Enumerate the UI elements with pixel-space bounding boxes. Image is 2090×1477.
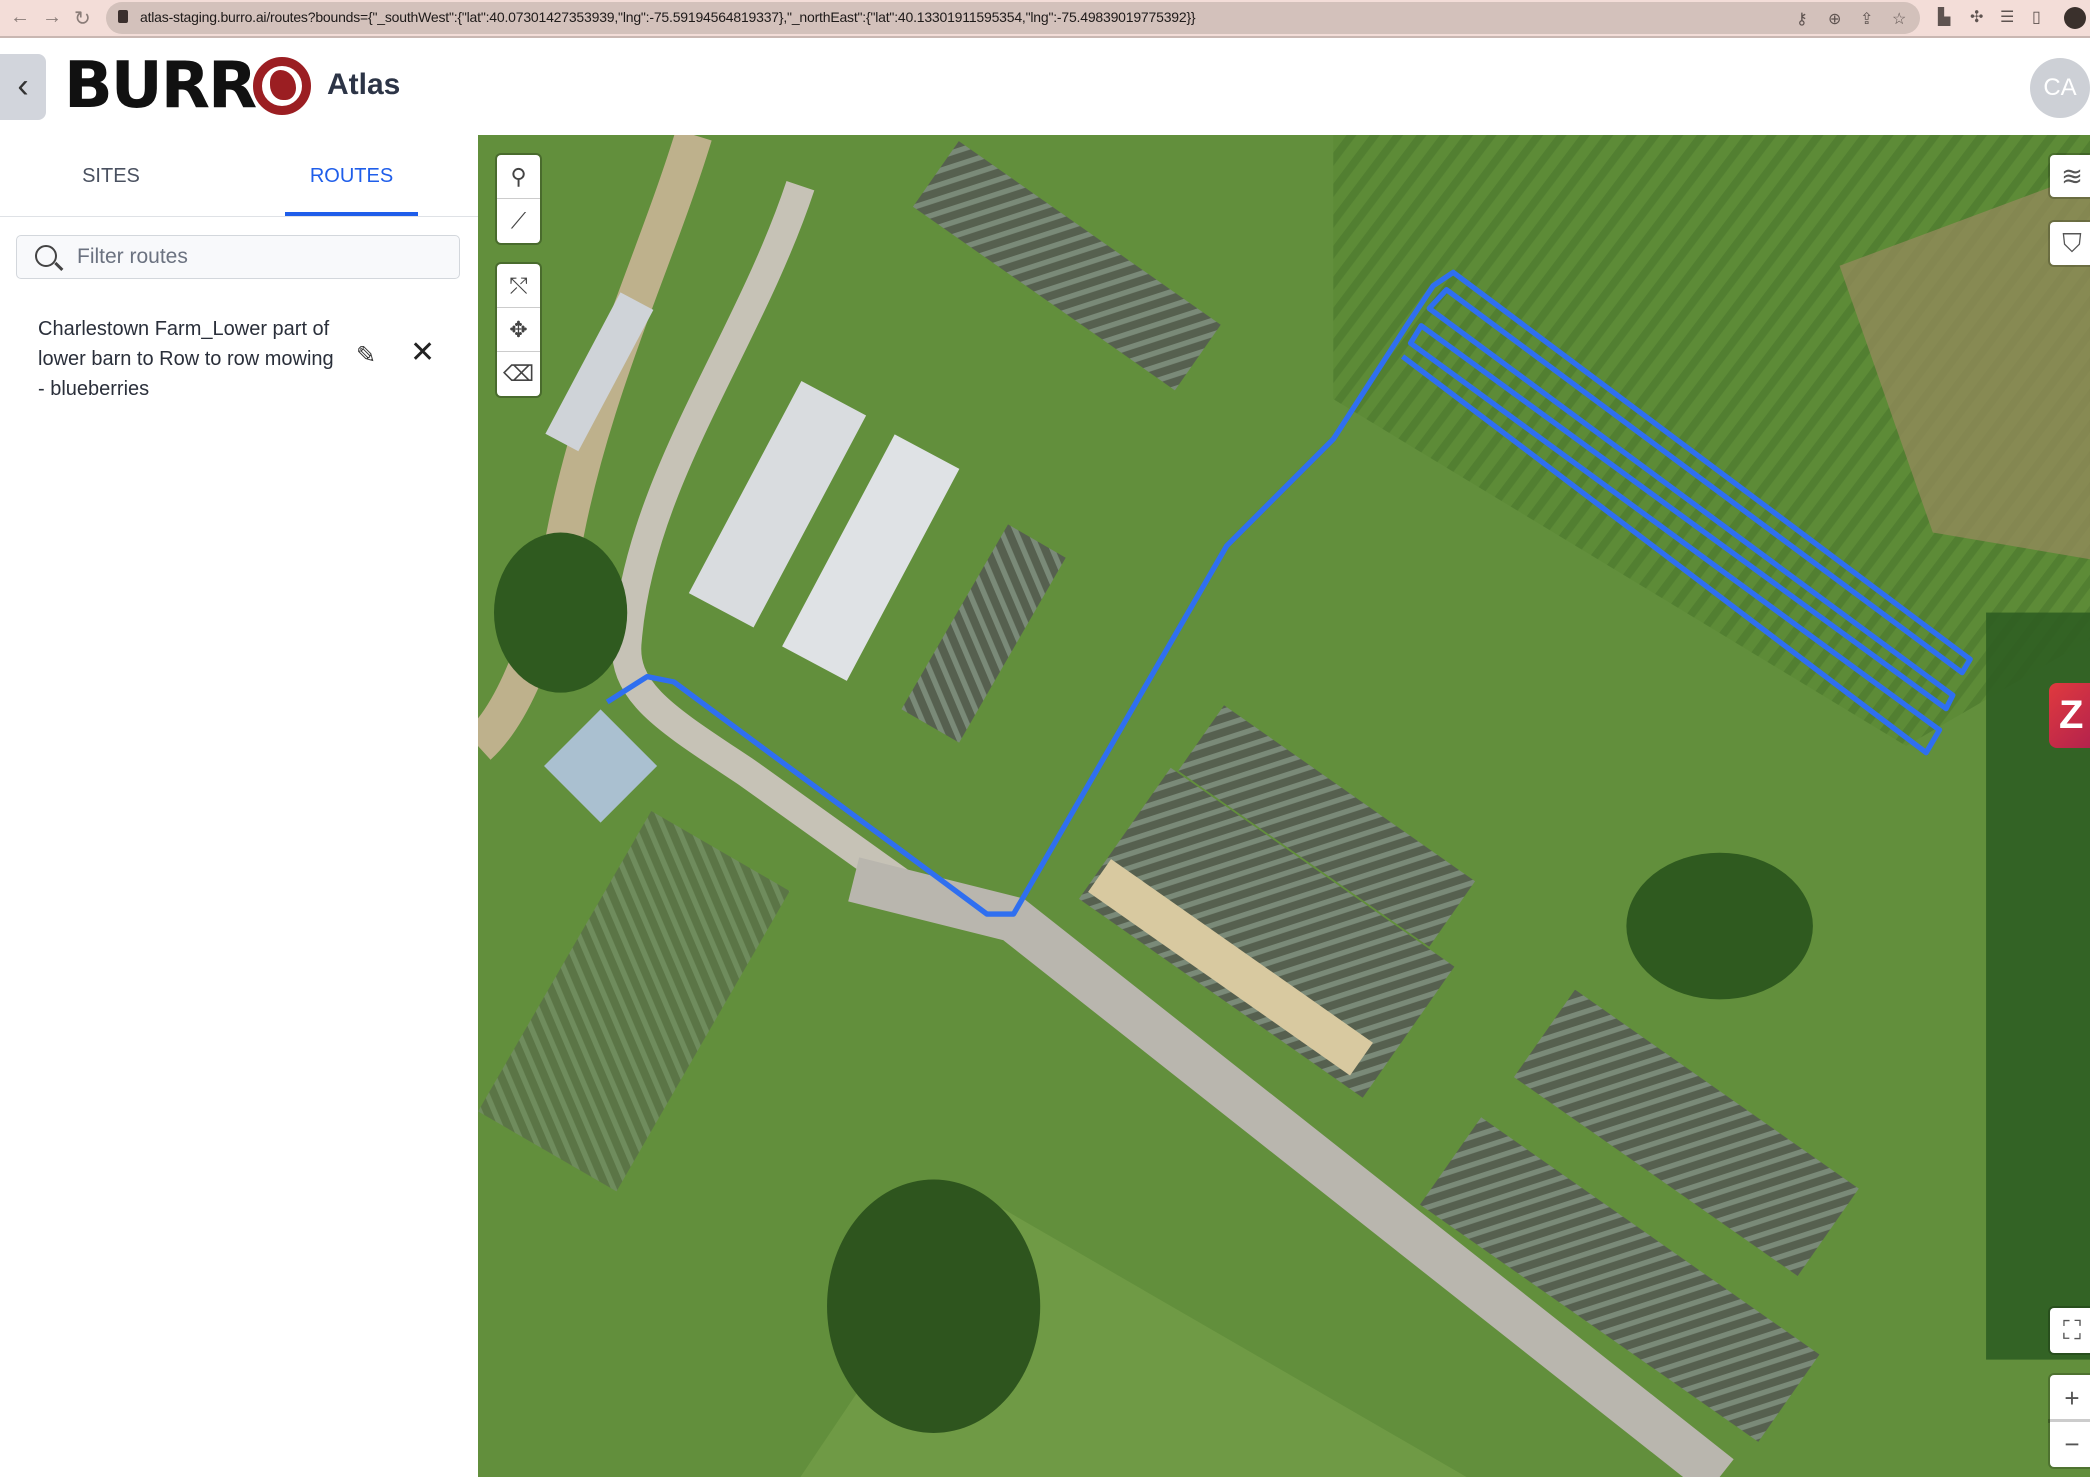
map-imagery <box>478 135 2090 1477</box>
folder-icon[interactable]: ▙ <box>1938 7 1950 27</box>
move-icon[interactable]: ✥ <box>497 308 540 352</box>
delete-route-close-icon[interactable]: ✕ <box>410 335 435 370</box>
satellite-map[interactable]: ⚲ ⟋ ⤲ ✥ ⌫ ≋ ⛉ Z ⛶ + − <box>478 135 2090 1477</box>
route-item-name[interactable]: Charlestown Farm_Lower part of lower bar… <box>38 314 338 404</box>
back-arrow-icon[interactable]: ← <box>10 6 30 29</box>
share-icon[interactable]: ⇪ <box>1860 9 1873 29</box>
filter-routes-field[interactable] <box>16 235 460 279</box>
sidepanel-icon[interactable]: ▯ <box>2032 7 2041 27</box>
back-button[interactable]: ‹ <box>0 54 46 120</box>
tab-divider <box>0 216 478 217</box>
draw-toolbar: ⚲ ⟋ <box>497 155 540 243</box>
layers-icon[interactable]: ≋ <box>2050 155 2090 197</box>
place-marker-icon[interactable]: ⚲ <box>497 155 540 199</box>
zoom-out-button[interactable]: − <box>2050 1421 2090 1467</box>
app-name: Atlas <box>327 68 401 101</box>
filter-routes-input[interactable] <box>77 236 447 278</box>
edit-vertices-icon[interactable]: ⤲ <box>497 264 540 308</box>
map-pin-icon[interactable]: ⛉ <box>2050 222 2090 265</box>
profile-icon[interactable] <box>2064 7 2086 29</box>
z-badge[interactable]: Z <box>2049 683 2090 748</box>
lock-icon <box>118 10 128 23</box>
edit-toolbar: ⤲ ✥ ⌫ <box>497 264 540 396</box>
tab-routes[interactable]: ROUTES <box>285 135 418 216</box>
star-icon[interactable]: ☆ <box>1892 9 1906 29</box>
url-text: atlas-staging.burro.ai/routes?bounds={"_… <box>140 9 1196 25</box>
fullscreen-focus-icon[interactable]: ⛶ <box>2050 1308 2090 1353</box>
extensions-icon[interactable]: ✣ <box>1970 7 1983 27</box>
address-bar[interactable]: atlas-staging.burro.ai/routes?bounds={"_… <box>106 2 1920 34</box>
edit-route-pencil-icon[interactable]: ✎ <box>356 341 376 370</box>
burro-donkey-icon <box>253 57 312 115</box>
forward-arrow-icon[interactable]: → <box>42 6 62 29</box>
zoom-in-button[interactable]: + <box>2050 1375 2090 1421</box>
user-avatar[interactable]: CA <box>2030 58 2090 118</box>
draw-polyline-icon[interactable]: ⟋ <box>497 199 540 243</box>
key-icon[interactable]: ⚷ <box>1796 9 1808 29</box>
zoom-icon[interactable]: ⊕ <box>1828 9 1841 29</box>
tab-sites[interactable]: SITES <box>0 135 222 216</box>
reading-list-icon[interactable]: ☰ <box>2000 7 2014 27</box>
sidebar: SITES ROUTES Charlestown Farm_Lower part… <box>0 135 478 1477</box>
reload-icon[interactable]: ↻ <box>74 6 91 31</box>
browser-toolbar: ← → ↻ atlas-staging.burro.ai/routes?boun… <box>0 0 2090 38</box>
app-header: ‹ BURR Atlas CA <box>0 38 2090 135</box>
burro-logo: BURR <box>64 49 312 123</box>
search-icon <box>35 245 57 267</box>
eraser-icon[interactable]: ⌫ <box>497 352 540 396</box>
